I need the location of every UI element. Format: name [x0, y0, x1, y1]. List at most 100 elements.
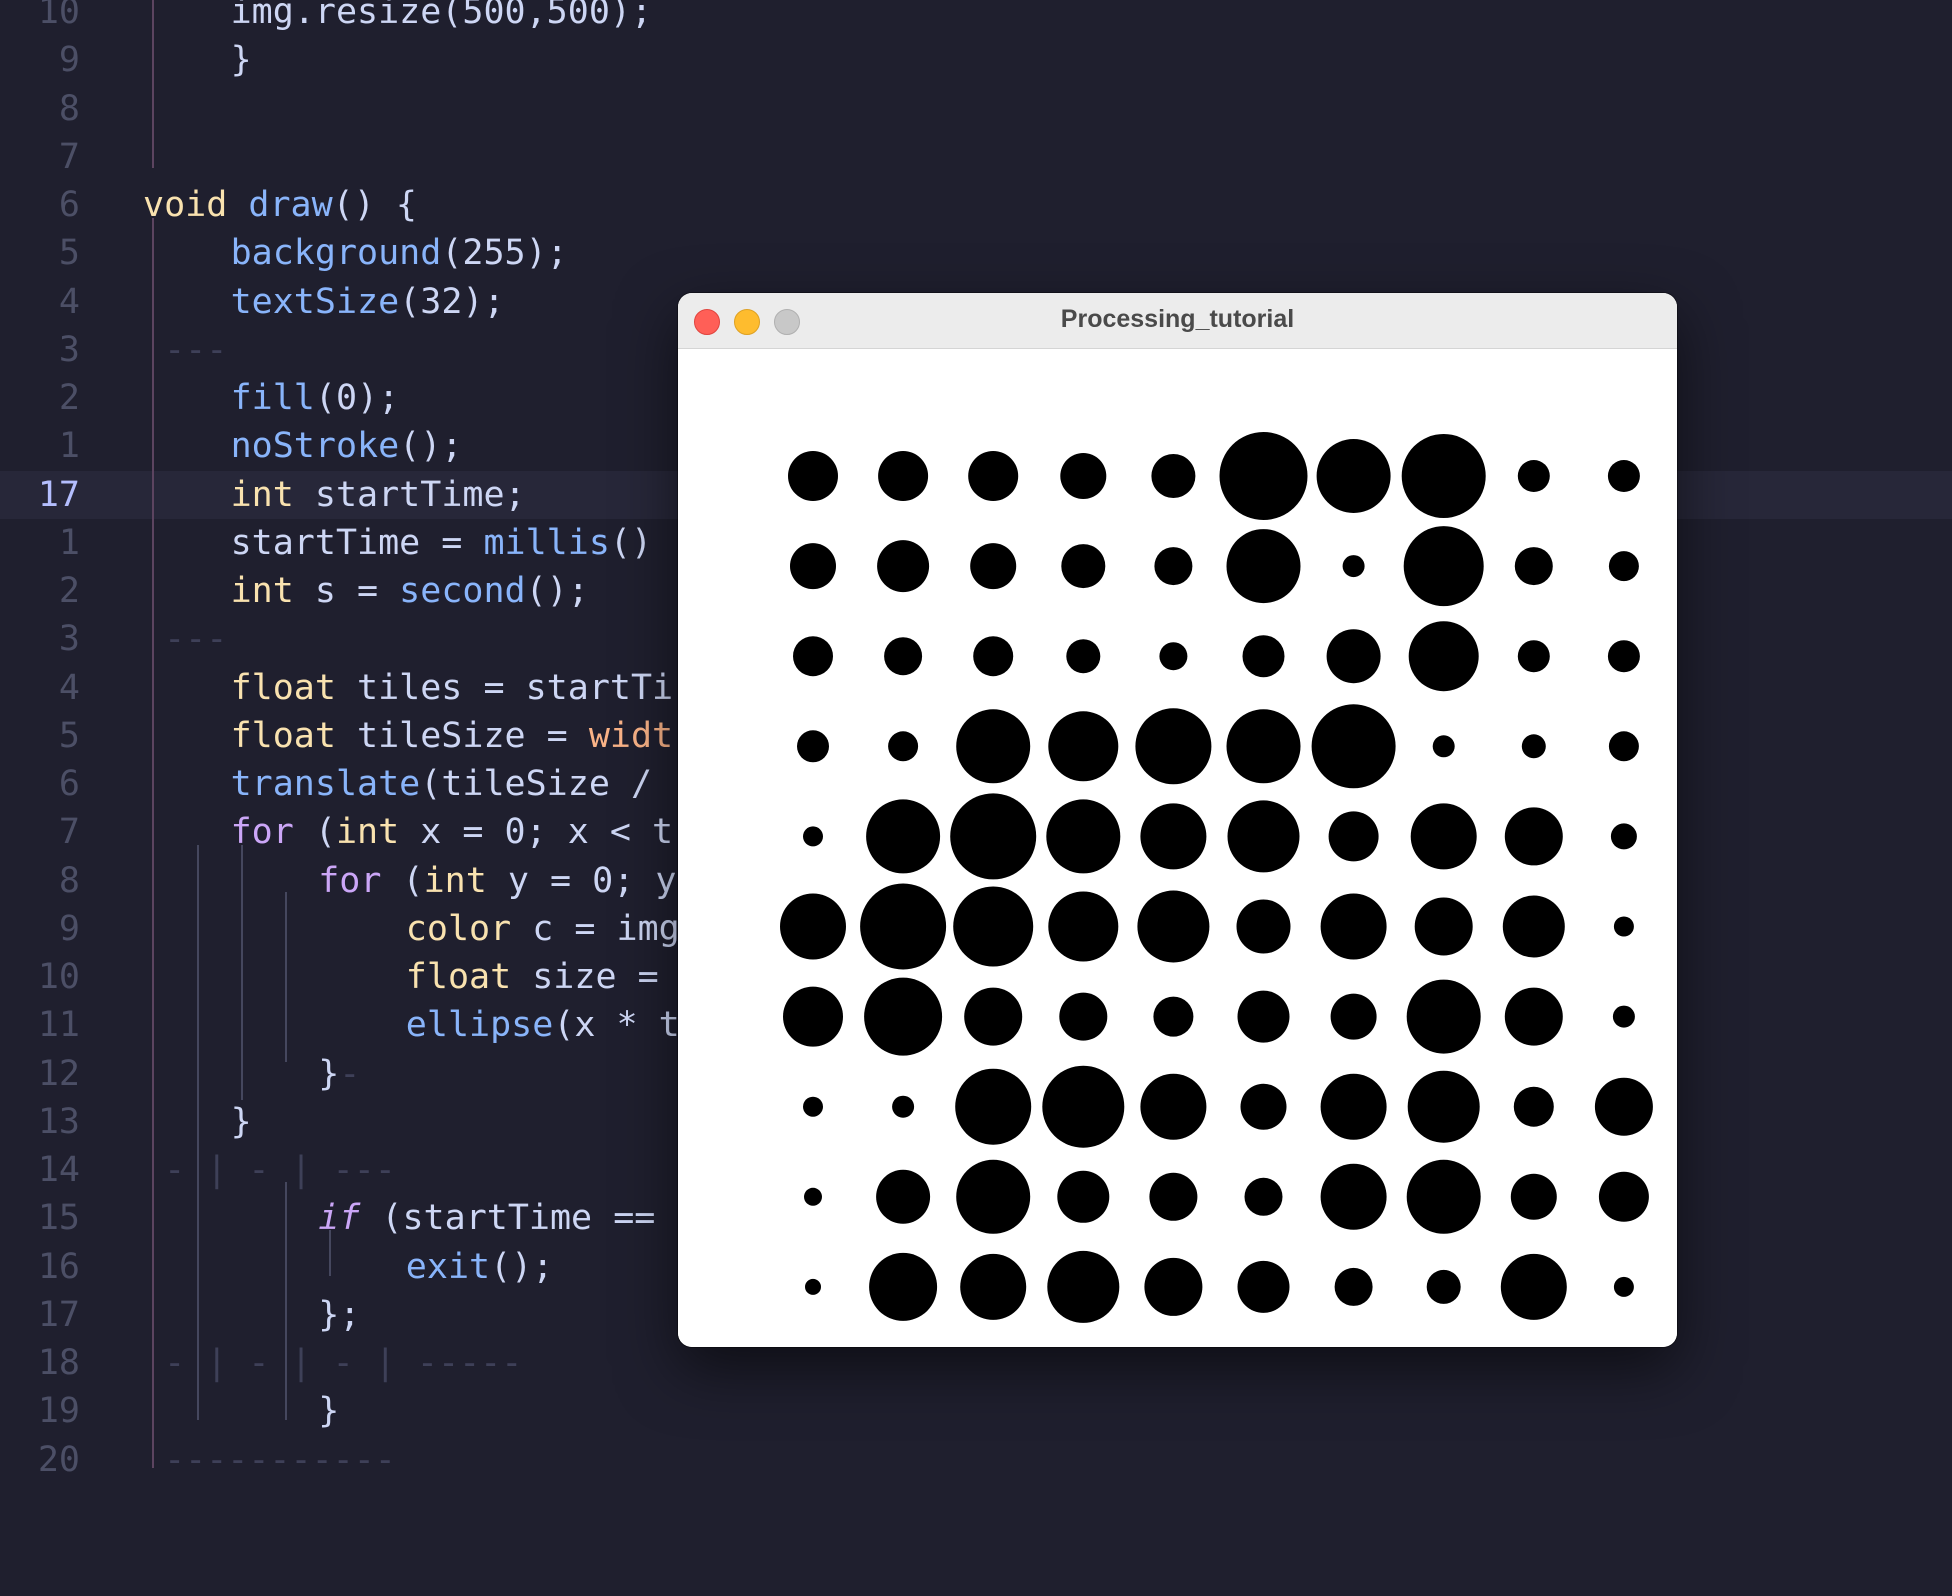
window-titlebar[interactable]: Processing_tutorial	[678, 293, 1677, 349]
halftone-dot	[1407, 1070, 1480, 1143]
halftone-dot	[1060, 453, 1107, 499]
halftone-dot	[1227, 800, 1300, 873]
code-text: - | - | - | -----	[143, 1343, 523, 1383]
line-number: 4	[58, 667, 80, 708]
line-number: 5	[58, 715, 80, 756]
halftone-dot	[878, 451, 929, 501]
halftone-dot	[1237, 990, 1290, 1043]
halftone-dot	[884, 637, 923, 676]
code-line[interactable]: 7	[0, 133, 1952, 181]
line-number: 7	[58, 812, 80, 853]
halftone-dot	[1061, 544, 1106, 589]
halftone-dot	[1613, 1276, 1634, 1297]
code-line[interactable]: 6 void draw() {	[0, 181, 1952, 229]
halftone-dot	[1140, 803, 1207, 870]
halftone-dot	[864, 977, 943, 1056]
halftone-dot	[1219, 432, 1308, 520]
halftone-dot	[876, 1169, 931, 1224]
halftone-dot	[888, 731, 919, 762]
halftone-dot	[1607, 640, 1640, 673]
code-text: img.resize(500,500);	[230, 0, 653, 32]
line-number: 5	[58, 233, 80, 274]
halftone-dot	[960, 1253, 1027, 1320]
sketch-window[interactable]: Processing_tutorial	[678, 293, 1677, 1347]
halftone-dot	[1320, 893, 1387, 960]
code-text: fill(0);	[230, 378, 400, 418]
halftone-dot	[1242, 635, 1285, 678]
line-number: 2	[58, 378, 80, 418]
halftone-dot	[1403, 526, 1484, 607]
code-line[interactable]: 8	[0, 85, 1952, 133]
line-number: 10	[37, 0, 80, 32]
halftone-dot	[1159, 642, 1188, 671]
code-line[interactable]: 9}	[0, 36, 1952, 84]
code-text: ---	[143, 329, 228, 370]
line-number: 1	[58, 522, 80, 563]
line-number: 20	[37, 1439, 80, 1480]
code-line[interactable]: 5 background(255);	[0, 229, 1952, 277]
halftone-dot	[973, 636, 1014, 677]
line-number: 8	[58, 88, 80, 129]
line-number: 7	[58, 136, 80, 177]
halftone-dot	[1244, 1177, 1283, 1216]
code-text: }	[230, 1101, 252, 1142]
line-number: 15	[37, 1198, 80, 1239]
halftone-dot	[1151, 454, 1196, 498]
halftone-dot	[1521, 734, 1546, 759]
code-line[interactable]: 20 -----------	[0, 1436, 1952, 1484]
halftone-dot	[1594, 1077, 1653, 1136]
halftone-dot	[1414, 897, 1473, 956]
halftone-dot	[950, 793, 1037, 880]
halftone-dot	[1613, 916, 1634, 937]
halftone-dot	[1500, 1253, 1567, 1320]
code-text: color c = img	[405, 908, 680, 949]
code-text: }	[230, 40, 252, 81]
halftone-dot	[1326, 629, 1381, 684]
line-number: 13	[37, 1101, 80, 1142]
halftone-dot	[1059, 992, 1108, 1041]
halftone-dot	[1510, 1173, 1557, 1220]
halftone-dot	[1135, 708, 1212, 785]
line-number: 3	[58, 329, 80, 370]
line-number: 9	[58, 908, 80, 949]
code-text: background(255);	[230, 233, 568, 274]
halftone-dot	[866, 799, 941, 874]
halftone-dot	[1612, 1005, 1635, 1028]
halftone-dot	[1432, 735, 1455, 758]
halftone-dot	[1607, 460, 1640, 492]
halftone-dot	[793, 636, 833, 677]
halftone-dot	[869, 1252, 938, 1321]
halftone-dot	[1144, 1257, 1203, 1316]
indent-guide	[329, 1230, 331, 1276]
halftone-dot	[1237, 1260, 1290, 1313]
indent-guide	[152, 0, 154, 168]
halftone-dot	[1334, 1267, 1373, 1306]
halftone-dot	[877, 540, 930, 593]
halftone-dot	[1226, 529, 1301, 604]
code-text: startTime = millis()	[230, 522, 653, 563]
window-title: Processing_tutorial	[1060, 305, 1295, 333]
halftone-dot	[1047, 1250, 1120, 1323]
line-number: 9	[58, 40, 80, 81]
halftone-dot	[1504, 807, 1563, 866]
halftone-dot	[1608, 551, 1639, 582]
halftone-dot	[1330, 993, 1377, 1040]
code-line[interactable]: 19}	[0, 1387, 1952, 1435]
halftone-dot	[955, 1068, 1032, 1145]
indent-guide	[241, 845, 243, 1100]
halftone-dot	[780, 893, 846, 960]
halftone-dot	[1328, 811, 1379, 862]
line-number: 10	[37, 957, 80, 997]
code-text: float tileSize = widt	[230, 715, 674, 756]
halftone-dot	[805, 1278, 821, 1295]
halftone-dot	[1137, 890, 1210, 963]
halftone-dot	[892, 1095, 915, 1118]
code-text: noStroke();	[230, 426, 463, 467]
indent-guide	[285, 892, 287, 1062]
halftone-dot	[1408, 621, 1479, 692]
halftone-dot	[956, 709, 1031, 784]
line-number: 8	[58, 860, 80, 901]
code-line[interactable]: 10 img.resize(500,500);	[0, 0, 1952, 36]
indent-guide	[285, 1182, 287, 1420]
code-text: for (int y = 0; y	[318, 860, 677, 901]
